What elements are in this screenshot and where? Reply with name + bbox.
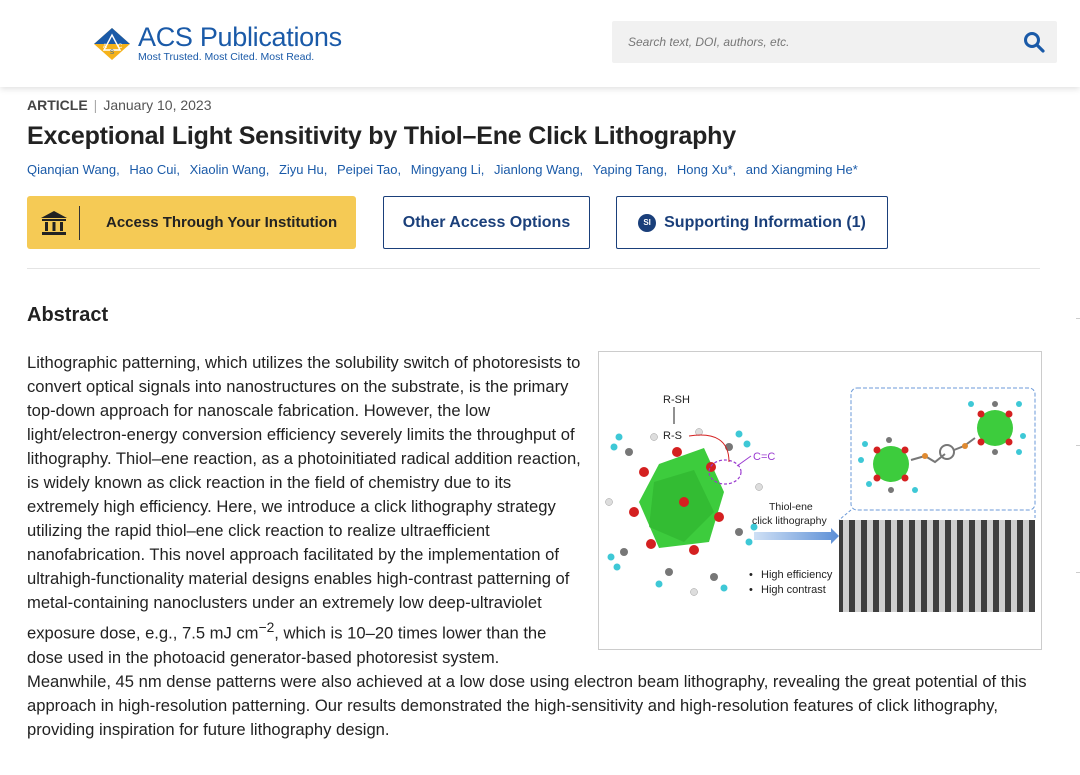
author-link[interactable]: Yaping Tang,	[593, 162, 668, 177]
cc-label: C=C	[753, 451, 775, 463]
article-title: Exceptional Light Sensitivity by Thiol–E…	[27, 122, 736, 150]
author-list: Qianqian Wang, Hao Cui, Xiaolin Wang, Zi…	[27, 162, 864, 177]
toc-graphic[interactable]: R-SH R-S C=C Thiol-ene click lithography…	[598, 351, 1042, 650]
button-divider	[79, 205, 80, 240]
thiol-ene-label: Thiol-ene	[769, 501, 813, 513]
author-link[interactable]: Xiaolin Wang,	[190, 162, 270, 177]
line-pattern-image	[839, 520, 1035, 612]
author-link[interactable]: Hao Cui,	[129, 162, 180, 177]
svg-text:S: S	[110, 50, 114, 56]
article-type: ARTICLE	[27, 97, 88, 113]
author-link[interactable]: Qianqian Wang,	[27, 162, 120, 177]
article-date: January 10, 2023	[103, 97, 212, 113]
acs-diamond-icon: A C S	[94, 27, 130, 60]
cc-pointer	[736, 455, 752, 467]
supporting-info-label: Supporting Information (1)	[664, 213, 866, 231]
author-link[interactable]: and Xiangming He*	[746, 162, 858, 177]
abstract-text-part1: Lithographic patterning, which utilizes …	[27, 353, 581, 643]
abstract-superscript: −2	[258, 619, 275, 635]
section-divider	[27, 268, 1040, 269]
bullet-dot-1: •	[749, 569, 753, 581]
bullet-high-contrast: High contrast	[761, 584, 826, 596]
author-link[interactable]: Hong Xu*,	[677, 162, 736, 177]
process-arrow	[754, 528, 839, 544]
search-icon[interactable]	[1023, 31, 1045, 53]
logo-name: ACS Publications	[138, 22, 342, 52]
institution-label: Access Through Your Institution	[106, 214, 338, 231]
access-institution-button[interactable]: Access Through Your Institution	[27, 196, 356, 249]
acs-logo[interactable]: A C S ACS Publications Most Trusted. Mos…	[92, 24, 342, 63]
sidebar-edge-mark	[1076, 445, 1080, 446]
other-access-label: Other Access Options	[402, 213, 571, 231]
other-access-button[interactable]: Other Access Options	[383, 196, 590, 249]
sidebar-edge-mark	[1076, 572, 1080, 573]
toc-graphic-svg: R-SH R-S C=C Thiol-ene click lithography…	[605, 387, 1036, 612]
sidebar-edge-mark	[1076, 318, 1080, 319]
bullet-dot-2: •	[749, 584, 753, 596]
author-link[interactable]: Peipei Tao,	[337, 162, 401, 177]
author-link[interactable]: Jianlong Wang,	[494, 162, 583, 177]
bullet-high-efficiency: High efficiency	[761, 569, 833, 581]
nanocluster-molecule	[605, 428, 763, 596]
author-link[interactable]: Mingyang Li,	[411, 162, 485, 177]
inset-link-left	[838, 509, 852, 521]
svg-text:C: C	[118, 44, 123, 50]
site-header: A C S ACS Publications Most Trusted. Mos…	[0, 0, 1080, 87]
rs-label: R-S	[663, 430, 682, 442]
si-icon: SI	[638, 213, 657, 232]
click-lithography-label: click lithography	[752, 515, 827, 527]
abstract-heading: Abstract	[27, 304, 109, 326]
author-link[interactable]: Ziyu Hu,	[279, 162, 327, 177]
institution-icon	[41, 210, 67, 235]
meta-separator: |	[93, 97, 98, 113]
svg-text:A: A	[103, 44, 107, 50]
supporting-info-button[interactable]: SI Supporting Information (1)	[616, 196, 888, 249]
logo-tagline: Most Trusted. Most Cited. Most Read.	[138, 51, 315, 63]
search-input[interactable]: Search text, DOI, authors, etc.	[612, 21, 1057, 63]
search-placeholder: Search text, DOI, authors, etc.	[628, 35, 790, 49]
article-meta: ARTICLE | January 10, 2023	[27, 97, 212, 113]
rsh-label: R-SH	[663, 394, 690, 406]
abstract-text: R-SH R-S C=C Thiol-ene click lithography…	[27, 351, 1042, 742]
